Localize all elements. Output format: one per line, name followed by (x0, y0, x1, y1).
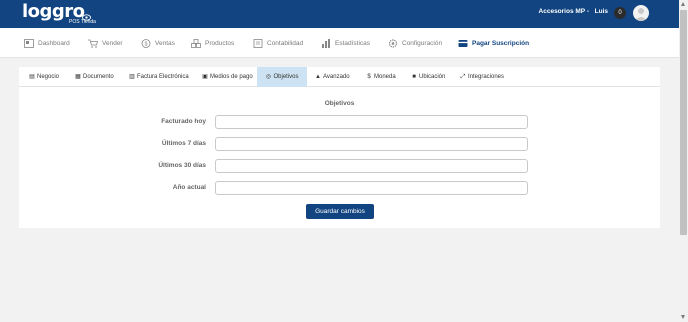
nav-ventas[interactable]: $ Ventas (141, 39, 175, 48)
nav-dashboard[interactable]: Dashboard (24, 39, 70, 48)
flask-icon: ▲ (315, 74, 321, 80)
tab-medios-de-pago[interactable]: ▣ Medios de pago (202, 67, 253, 87)
credit-card-icon (458, 40, 468, 47)
tab-factura-label: Factura Electrónica (137, 74, 189, 80)
scroll-down-arrow-icon[interactable] (681, 315, 685, 319)
nav-contabilidad-label: Contabilidad (267, 40, 304, 47)
tab-documento[interactable]: ▦ Documento (75, 67, 114, 87)
nav-estadisticas-label: Estadísticas (335, 40, 371, 47)
payment-icon: ▣ (202, 74, 208, 80)
dollar-icon: $ (367, 74, 371, 80)
tab-factura-electronica[interactable]: ▥ Factura Electrónica (129, 67, 189, 87)
nav-dashboard-label: Dashboard (38, 40, 70, 47)
ledger-icon (253, 39, 263, 48)
tab-moneda-label: Moneda (374, 74, 396, 80)
save-button[interactable]: Guardar cambios (306, 204, 374, 219)
coin-icon: $ (141, 39, 151, 48)
tab-moneda[interactable]: $ Moneda (366, 67, 396, 87)
tab-ubicacion[interactable]: ■ Ubicación (411, 67, 445, 87)
nav-vender[interactable]: Vender (88, 39, 123, 48)
svg-text:$: $ (145, 42, 148, 48)
facturado-hoy-field[interactable] (215, 115, 528, 129)
avatar[interactable] (633, 5, 649, 21)
tab-avanzado-label: Avanzado (323, 74, 350, 80)
bar-chart-icon (322, 39, 330, 48)
tab-negocio[interactable]: ▤ Negocio (29, 67, 59, 87)
nav-productos-label: Productos (205, 40, 235, 47)
invoice-icon: ▥ (129, 74, 135, 80)
tab-medios-label: Medios de pago (210, 74, 253, 80)
user-name[interactable]: Luis (595, 8, 608, 15)
settings-card: ▤ Negocio ▦ Documento ▥ Factura Electrónica… (19, 67, 660, 228)
nav-productos[interactable]: Productos (191, 39, 234, 48)
nav-estadisticas[interactable]: Estadísticas (321, 39, 370, 48)
nav-vender-label: Vender (102, 40, 123, 47)
boxes-icon (191, 39, 201, 48)
tab-ubicacion-label: Ubicación (419, 74, 446, 80)
section-title: Objetivos (324, 100, 355, 107)
map-icon: ■ (412, 74, 416, 80)
label-ultimos-30-dias: Últimos 30 días (158, 162, 206, 169)
tab-negocio-label: Negocio (37, 74, 60, 80)
link-icon: ⤢ (460, 74, 466, 80)
scroll-thumb[interactable] (680, 10, 687, 235)
notification-badge[interactable]: 0 (614, 7, 626, 19)
settings-tabs: ▤ Negocio ▦ Documento ▥ Factura Electrónica… (19, 67, 660, 87)
user-icon (635, 8, 647, 21)
dashboard-icon (24, 39, 34, 48)
ano-actual-field[interactable] (215, 181, 528, 195)
top-bar: loggro POS Tienda Accesorios MP - Luis 0 (0, 0, 679, 28)
label-facturado-hoy: Facturado hoy (161, 118, 206, 125)
nav-configuracion[interactable]: Configuración (388, 39, 442, 48)
tab-avanzado[interactable]: ▲ Avanzado (315, 67, 350, 87)
tab-integraciones-label: Integraciones (468, 74, 505, 80)
tab-integraciones[interactable]: ⤢ Integraciones (460, 67, 504, 87)
nav-suscripcion-label: Pagar Suscripción (472, 40, 530, 47)
label-ano-actual: Año actual (172, 184, 206, 191)
store-name[interactable]: Accesorios MP - (539, 8, 589, 15)
nav-pagar-suscripcion[interactable]: Pagar Suscripción (458, 39, 529, 48)
tab-objetivos[interactable]: ◎ Objetivos (257, 67, 307, 87)
tab-objetivos-label: Objetivos (273, 74, 299, 80)
scrollbar[interactable] (679, 0, 688, 322)
store-icon: ▤ (29, 74, 35, 80)
nav-ventas-label: Ventas (155, 40, 175, 47)
label-ultimos-7-dias: Últimos 7 días (161, 140, 206, 147)
target-icon: ◎ (265, 74, 272, 80)
gear-icon (388, 39, 398, 48)
loggro-logo[interactable]: loggro POS Tienda (22, 1, 112, 27)
ultimos-7-dias-field[interactable] (215, 137, 528, 151)
document-icon: ▦ (75, 74, 81, 80)
ultimos-30-dias-field[interactable] (215, 159, 528, 173)
main-nav: Dashboard Vender $ Ventas Productos Cont… (0, 28, 679, 58)
tab-documento-label: Documento (83, 74, 114, 80)
eye-icon[interactable] (82, 14, 91, 21)
nav-configuracion-label: Configuración (402, 40, 443, 47)
nav-contabilidad[interactable]: Contabilidad (253, 39, 303, 48)
scroll-up-arrow-icon[interactable] (681, 2, 685, 6)
cart-icon (88, 39, 98, 48)
